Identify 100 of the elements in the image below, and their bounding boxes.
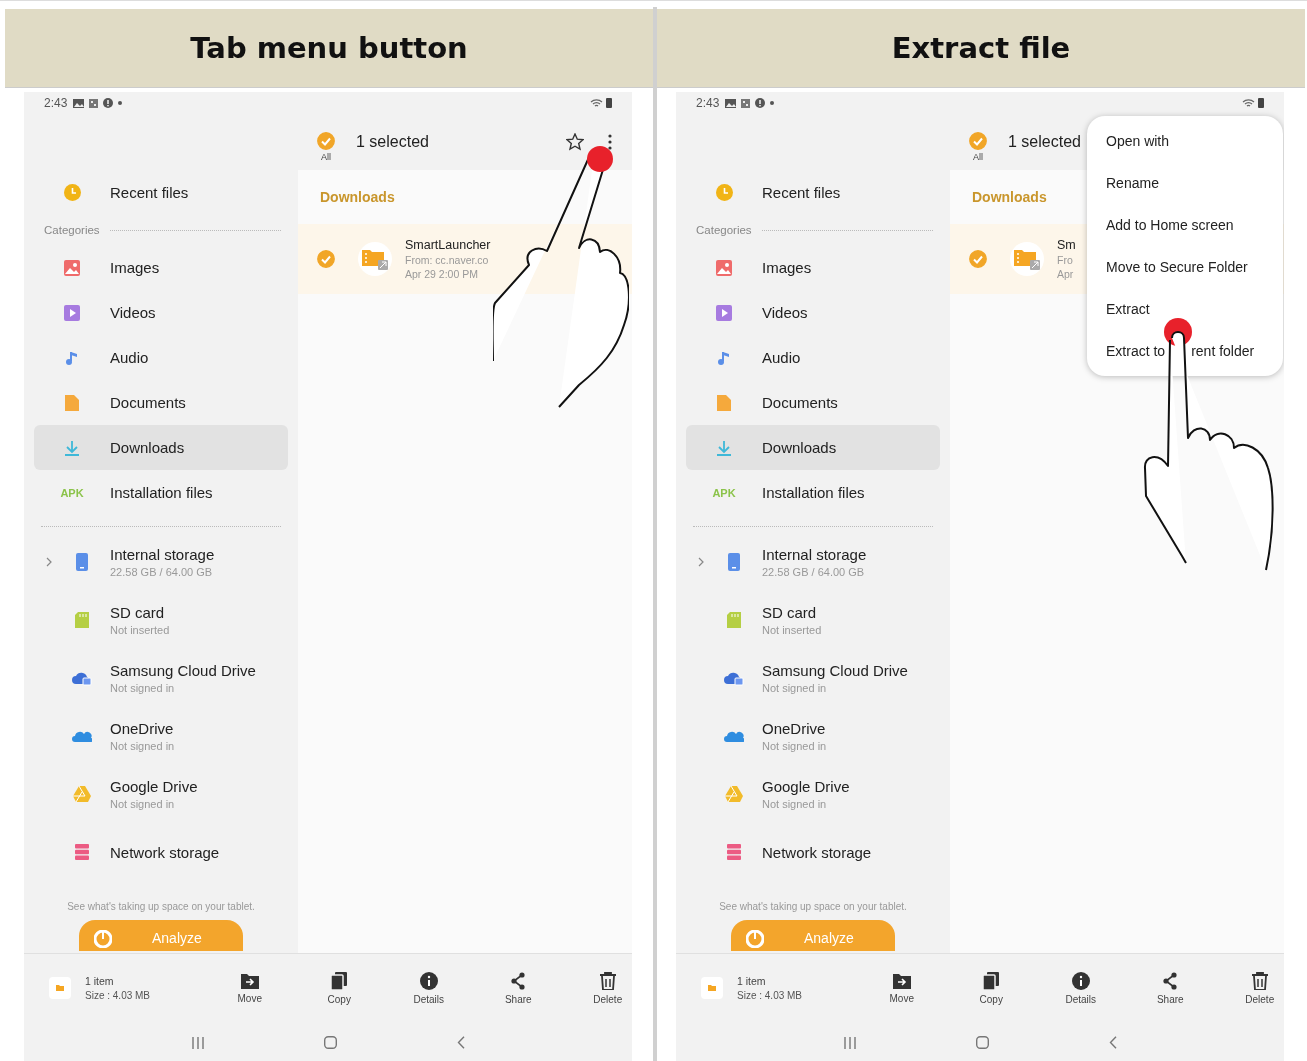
- server-icon: [727, 844, 741, 860]
- qr-code-icon: [89, 98, 99, 108]
- folder-arrow-icon: [892, 972, 911, 989]
- recent-apps-icon[interactable]: [843, 1036, 856, 1049]
- sidebar-item[interactable]: Images: [686, 245, 940, 290]
- home-icon[interactable]: [975, 1036, 989, 1049]
- document-icon: [716, 394, 732, 411]
- file-checkbox[interactable]: [969, 250, 987, 268]
- menu-item[interactable]: Add to Home screen: [1087, 204, 1283, 246]
- folder-icon: [49, 977, 71, 999]
- sidebar-item[interactable]: Audio: [686, 335, 940, 380]
- hint-text: See what's taking up space on your tablet.: [66, 901, 256, 912]
- storage-item[interactable]: OneDrive Not signed in: [676, 707, 950, 765]
- file-date: Apr 29 2:00 PM: [405, 268, 479, 280]
- sidebar-item[interactable]: Recent files: [686, 170, 940, 215]
- back-icon[interactable]: [1108, 1036, 1117, 1049]
- storage-detail: Not signed in: [110, 798, 176, 810]
- star-icon[interactable]: [566, 133, 584, 151]
- hint-text: See what's taking up space on your tablet.: [718, 901, 908, 912]
- info-icon: [419, 971, 438, 990]
- action-button[interactable]: Copy: [294, 971, 384, 1005]
- storage-item[interactable]: Samsung Cloud Drive Not signed in: [676, 649, 950, 707]
- storage-item[interactable]: Samsung Cloud Drive Not signed in: [24, 649, 298, 707]
- cloud-icon: [72, 670, 92, 686]
- storage-item[interactable]: Internal storage 22.58 GB / 64.00 GB: [676, 533, 950, 591]
- storage-item[interactable]: Google Drive Not signed in: [676, 765, 950, 823]
- image-icon: [725, 98, 737, 108]
- action-button[interactable]: Move: [857, 972, 947, 1004]
- file-source: Fro: [1057, 254, 1074, 266]
- storage-item[interactable]: OneDrive Not signed in: [24, 707, 298, 765]
- copy-icon: [983, 971, 1000, 990]
- action-button[interactable]: Details: [384, 971, 474, 1005]
- storage-item[interactable]: Google Drive Not signed in: [24, 765, 298, 823]
- menu-item[interactable]: Open with: [1087, 120, 1283, 162]
- recent-apps-icon[interactable]: [191, 1036, 204, 1049]
- wifi-icon: [1242, 98, 1255, 108]
- action-button[interactable]: Share: [1125, 971, 1215, 1005]
- sidebar-item[interactable]: APK Installation files: [34, 470, 288, 515]
- select-all-checkbox[interactable]: [969, 132, 987, 150]
- storage-name: Samsung Cloud Drive: [110, 662, 256, 679]
- storage-detail: 22.58 GB / 64.00 GB: [110, 566, 214, 578]
- storage-item[interactable]: Network storage: [24, 823, 298, 881]
- zip-file-icon: [1014, 248, 1040, 270]
- menu-item[interactable]: Extract: [1087, 288, 1283, 330]
- file-name: Sm: [1057, 238, 1076, 252]
- storage-item[interactable]: Internal storage 22.58 GB / 64.00 GB: [24, 533, 298, 591]
- menu-item[interactable]: Move to Secure Folder: [1087, 246, 1283, 288]
- storage-name: Internal storage: [110, 546, 215, 563]
- sidebar-item[interactable]: Recent files: [34, 170, 288, 215]
- document-icon: [64, 394, 80, 411]
- sidebar-item[interactable]: Documents: [686, 380, 940, 425]
- section-label: Categories: [696, 224, 752, 236]
- action-button[interactable]: Delete: [563, 971, 632, 1005]
- storage-detail: Not signed in: [762, 798, 828, 810]
- file-checkbox[interactable]: [317, 250, 335, 268]
- section-title: Downloads: [320, 189, 395, 205]
- action-button[interactable]: Move: [205, 972, 295, 1004]
- storage-item[interactable]: Network storage: [676, 823, 950, 881]
- sidebar-item[interactable]: Videos: [686, 290, 940, 335]
- triangle-icon: [725, 786, 743, 802]
- section-title: Downloads: [972, 189, 1047, 205]
- storage-item[interactable]: SD card Not inserted: [676, 591, 950, 649]
- more-icon[interactable]: [608, 134, 612, 150]
- selection-count: 1 selected: [356, 133, 429, 151]
- file-source: From: cc.naver.co: [405, 254, 490, 266]
- status-time: 2:43: [44, 96, 68, 110]
- triangle-icon: [73, 786, 91, 802]
- battery-icon: [606, 98, 612, 108]
- storage-name: Samsung Cloud Drive: [762, 662, 908, 679]
- menu-item[interactable]: Extract to rent folder: [1087, 330, 1283, 372]
- storage-name: Google Drive: [762, 778, 850, 795]
- storage-detail: Not signed in: [762, 682, 828, 694]
- storage-detail: Not signed in: [110, 682, 176, 694]
- apk-label: APK: [60, 486, 84, 499]
- share-icon: [510, 971, 527, 990]
- back-icon[interactable]: [456, 1036, 465, 1049]
- home-icon[interactable]: [323, 1036, 337, 1049]
- storage-detail: Not inserted: [110, 624, 170, 636]
- item-size: Size : 4.03 MB: [85, 990, 151, 1001]
- menu-item[interactable]: Rename: [1087, 162, 1283, 204]
- action-button[interactable]: Details: [1036, 971, 1126, 1005]
- file-name: SmartLauncher: [405, 238, 491, 252]
- action-button[interactable]: Delete: [1215, 971, 1284, 1005]
- selection-count: 1 selected: [1008, 133, 1081, 151]
- apk-label: APK: [712, 486, 736, 499]
- sidebar-item[interactable]: Videos: [34, 290, 288, 335]
- storage-item[interactable]: SD card Not inserted: [24, 591, 298, 649]
- select-all-checkbox[interactable]: [317, 132, 335, 150]
- sidebar-item[interactable]: APK Installation files: [686, 470, 940, 515]
- sidebar-item[interactable]: Documents: [34, 380, 288, 425]
- storage-name: OneDrive: [110, 720, 175, 737]
- action-button[interactable]: Share: [473, 971, 563, 1005]
- storage-detail: Not signed in: [762, 740, 827, 752]
- action-button[interactable]: Copy: [946, 971, 1036, 1005]
- sidebar-item[interactable]: Downloads: [686, 425, 940, 470]
- play-icon: [64, 304, 80, 321]
- sidebar-item[interactable]: Audio: [34, 335, 288, 380]
- sidebar-item[interactable]: Images: [34, 245, 288, 290]
- sidebar-item[interactable]: Downloads: [34, 425, 288, 470]
- music-note-icon: [64, 349, 80, 366]
